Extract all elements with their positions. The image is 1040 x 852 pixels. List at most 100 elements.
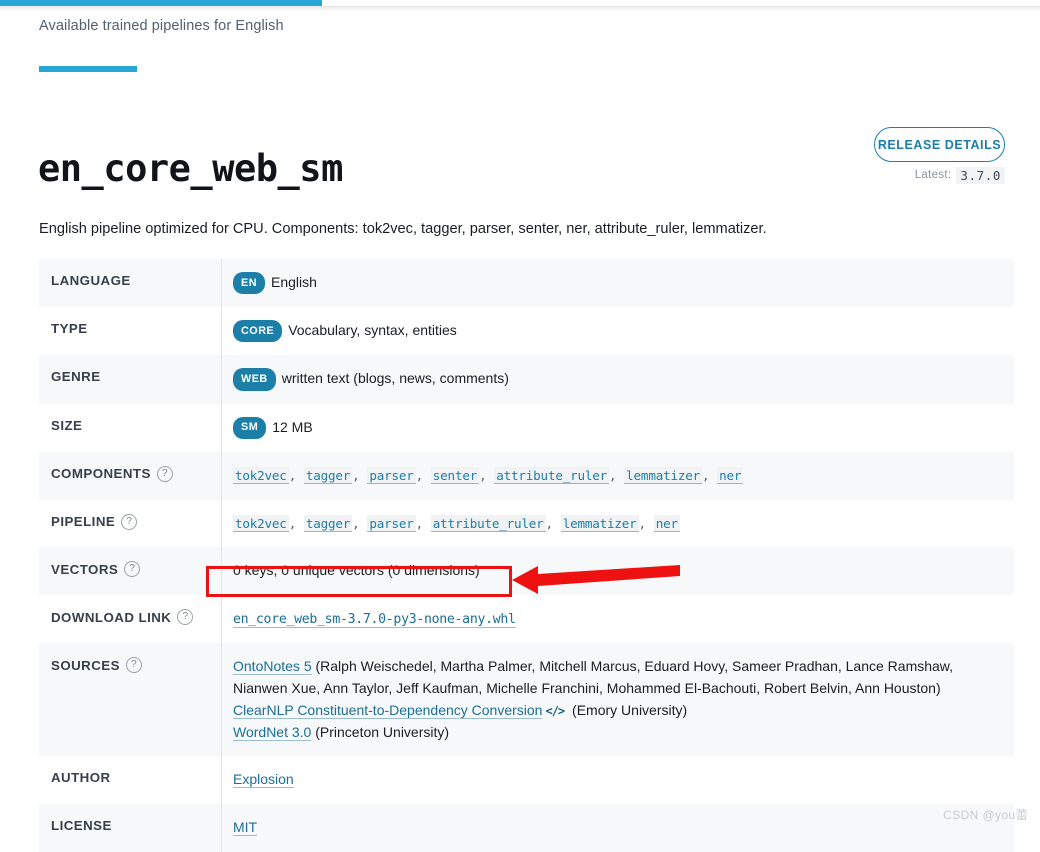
- table-row-key-label: SOURCES: [51, 657, 120, 673]
- table-row-key: VECTORS?: [39, 547, 222, 595]
- component-chip[interactable]: lemmatizer: [560, 514, 639, 532]
- table-row: SOURCES? OntoNotes 5 (Ralph Weischedel, M…: [39, 643, 1015, 757]
- value-link[interactable]: Explosion: [233, 771, 294, 789]
- status-badge: WEB: [233, 368, 276, 391]
- page-title: en_core_web_sm: [38, 146, 343, 190]
- table-row-value: tok2vec, tagger, parser, attribute_ruler…: [222, 500, 1015, 548]
- value-text: English: [271, 274, 317, 290]
- source-entry: WordNet 3.0 (Princeton University): [233, 722, 1004, 744]
- table-row-key: SIZE: [39, 403, 222, 452]
- component-chip[interactable]: tok2vec: [233, 514, 289, 532]
- chip-separator: ,: [479, 467, 495, 483]
- table-row-key: COMPONENTS?: [39, 451, 222, 500]
- chip-separator: ,: [288, 467, 304, 483]
- value-text: Vocabulary, syntax, entities: [288, 322, 457, 339]
- table-row-value: tok2vec, tagger, parser, senter, attribu…: [222, 452, 1015, 500]
- value-link[interactable]: MIT: [233, 818, 258, 836]
- table-row: LANGUAGE EN English: [39, 259, 1015, 308]
- value-text: 12 MB: [272, 418, 313, 435]
- component-chip[interactable]: parser: [367, 466, 416, 484]
- table-row-key: PIPELINE?: [39, 499, 222, 548]
- table-row-key: LICENSE: [39, 803, 222, 852]
- chip-separator: ,: [352, 467, 368, 483]
- help-question-icon[interactable]: ?: [177, 609, 194, 625]
- download-link[interactable]: en_core_web_sm-3.7.0-py3-none-any.whl: [233, 612, 516, 628]
- table-row-value: CORE Vocabulary, syntax, entities: [222, 307, 1015, 355]
- header-shadow: [0, 6, 1040, 11]
- table-row: VECTORS? 0 keys, 0 unique vectors (0 dime…: [39, 547, 1014, 595]
- component-chip[interactable]: tagger: [303, 514, 353, 532]
- component-chip[interactable]: lemmatizer: [624, 466, 702, 484]
- latest-version-label: Latest:: [914, 169, 952, 181]
- table-row-key-label: VECTORS: [51, 561, 119, 577]
- table-row-value: en_core_web_sm-3.7.0-py3-none-any.whl: [222, 595, 1015, 643]
- chip-separator: ,: [545, 515, 561, 531]
- source-attribution-text: (Ralph Weischedel, Martha Palmer, Mitche…: [233, 658, 954, 697]
- table-row: PIPELINE? tok2vec, tagger, parser, attrib…: [39, 499, 1015, 548]
- chip-separator: ,: [415, 467, 431, 483]
- chip-separator: ,: [415, 515, 431, 531]
- chip-separator: ,: [702, 467, 718, 483]
- table-row: COMPONENTS? tok2vec, tagger, parser, sent…: [39, 451, 1015, 500]
- component-chip[interactable]: ner: [717, 466, 744, 484]
- table-row-key-label: SIZE: [51, 417, 83, 433]
- source-link[interactable]: ClearNLP Constituent-to-Dependency Conve…: [233, 701, 543, 719]
- status-badge: SM: [233, 416, 267, 439]
- table-row-key-label: LANGUAGE: [51, 273, 131, 288]
- breadcrumb-kicker: Available trained pipelines for English: [39, 18, 284, 34]
- chip-separator: ,: [638, 515, 654, 531]
- source-attribution-text: (Princeton University): [311, 723, 450, 740]
- table-row: AUTHOR Explosion: [39, 756, 1014, 804]
- table-row-key-label: GENRE: [51, 369, 101, 385]
- source-attribution-text: (Emory University): [568, 701, 688, 718]
- table-row: SIZE SM 12 MB: [39, 403, 1015, 452]
- status-badge: EN: [233, 272, 265, 295]
- component-chip[interactable]: attribute_ruler: [494, 466, 609, 484]
- latest-version-value: 3.7.0: [956, 166, 1005, 184]
- table-row: LICENSE MIT: [39, 803, 1015, 852]
- chip-separator: ,: [352, 515, 368, 531]
- component-chip[interactable]: tok2vec: [233, 466, 289, 484]
- component-chip[interactable]: senter: [430, 466, 480, 484]
- table-row-value: 0 keys, 0 unique vectors (0 dimensions): [222, 547, 1015, 595]
- pipeline-description: English pipeline optimized for CPU. Comp…: [39, 221, 767, 237]
- accent-rule: [39, 66, 137, 72]
- table-row-key-label: COMPONENTS: [51, 466, 151, 482]
- source-entry: ClearNLP Constituent-to-Dependency Conve…: [233, 700, 1004, 722]
- table-row-value: Explosion: [222, 756, 1015, 804]
- table-row-key-label: PIPELINE: [51, 514, 116, 530]
- release-details-button[interactable]: RELEASE DETAILS: [874, 127, 1005, 162]
- source-entry: OntoNotes 5 (Ralph Weischedel, Martha Pa…: [233, 656, 1004, 699]
- table-row-value: MIT: [222, 804, 1015, 852]
- component-chip[interactable]: tagger: [303, 466, 353, 484]
- table-row: GENRE WEB written text (blogs, news, comme…: [39, 355, 1015, 404]
- table-row-key: TYPE: [39, 307, 222, 356]
- source-link[interactable]: OntoNotes 5: [233, 658, 312, 676]
- table-row-key-label: DOWNLOAD LINK: [51, 609, 172, 625]
- component-chip[interactable]: attribute_ruler: [430, 514, 546, 532]
- table-row-value: SM 12 MB: [222, 404, 1015, 452]
- help-question-icon[interactable]: ?: [124, 561, 141, 578]
- chip-separator: ,: [288, 515, 304, 531]
- help-question-icon[interactable]: ?: [125, 657, 142, 674]
- pipeline-meta-table: LANGUAGE EN English TYPE CORE Vocabulary, syn…: [39, 259, 1014, 852]
- component-chip[interactable]: parser: [367, 514, 416, 532]
- table-row-key-label: AUTHOR: [51, 770, 111, 786]
- table-row-key: SOURCES?: [39, 643, 222, 757]
- table-row-key: GENRE: [39, 355, 222, 404]
- table-row-key-label: TYPE: [51, 321, 88, 337]
- table-row-value: OntoNotes 5 (Ralph Weischedel, Martha Pa…: [222, 643, 1015, 756]
- value-text: written text (blogs, news, comments): [281, 370, 509, 387]
- latest-version-row: Latest: 3.7.0: [874, 166, 1005, 184]
- source-link[interactable]: WordNet 3.0: [233, 723, 312, 741]
- help-question-icon[interactable]: ?: [121, 513, 138, 530]
- table-row-key: AUTHOR: [39, 756, 222, 804]
- component-chip[interactable]: ner: [653, 514, 680, 532]
- table-row-key: LANGUAGE: [39, 259, 222, 308]
- help-question-icon[interactable]: ?: [156, 465, 173, 482]
- table-row: DOWNLOAD LINK? en_core_web_sm-3.7.0-py3-n…: [39, 595, 1015, 644]
- code-brackets-icon[interactable]: </>: [545, 702, 565, 721]
- table-row-value: WEB written text (blogs, news, comments): [222, 355, 1015, 403]
- table-row-value: EN English: [222, 259, 1015, 307]
- value-text: 0 keys, 0 unique vectors (0 dimensions): [233, 562, 480, 579]
